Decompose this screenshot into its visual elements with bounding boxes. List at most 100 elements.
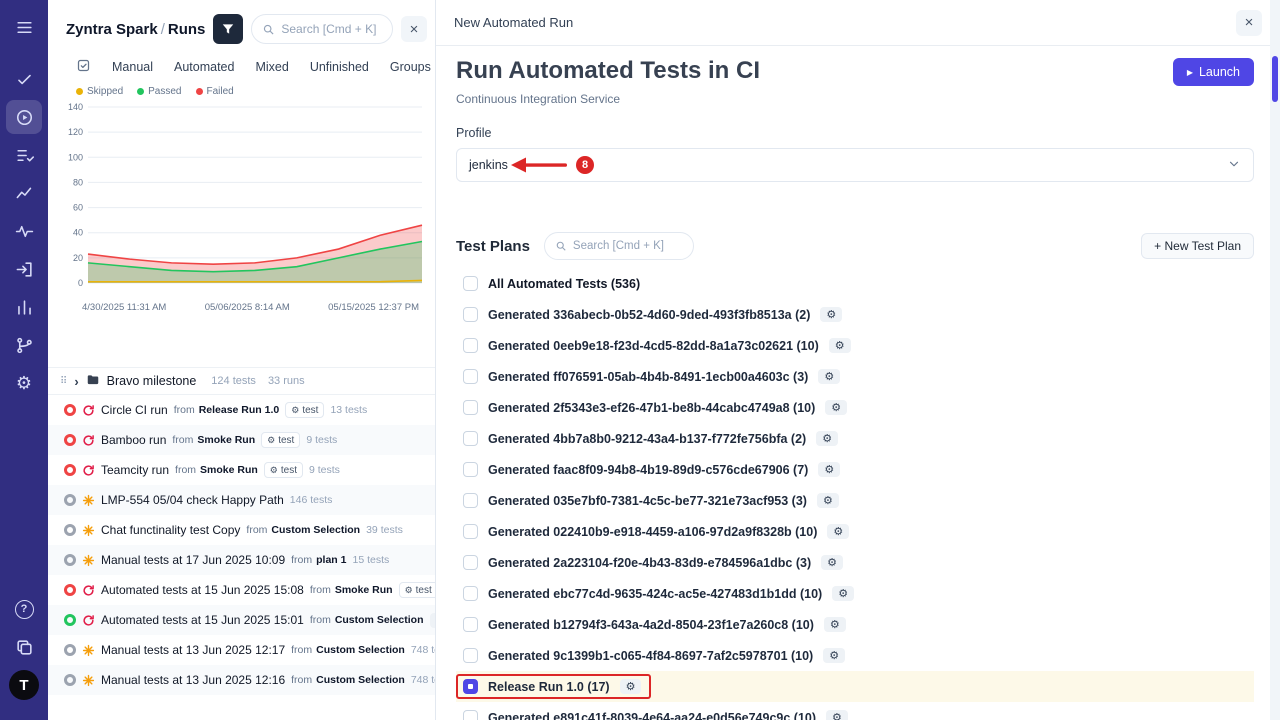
analytics-line-icon[interactable] [6, 176, 42, 210]
launch-button[interactable]: ▶ Launch [1173, 58, 1254, 86]
run-title[interactable]: Manual tests at 13 Jun 2025 12:16 [101, 673, 285, 687]
test-plan-row[interactable]: Generated 035e7bf0-7381-4c5c-be77-321e73… [456, 485, 1254, 516]
run-list-item[interactable]: LMP-554 05/04 check Happy Path 146 tests [48, 485, 435, 515]
test-plan-row[interactable]: Generated 2a223104-f20e-4b43-83d9-e78459… [456, 547, 1254, 578]
test-plan-checkbox[interactable] [463, 369, 478, 384]
test-plan-checkbox[interactable] [463, 493, 478, 508]
run-list-item[interactable]: Manual tests at 13 Jun 2025 12:17 fromCu… [48, 635, 435, 665]
run-list-item[interactable]: Automated tests at 15 Jun 2025 15:08 fro… [48, 575, 435, 605]
run-from-link[interactable]: Custom Selection [316, 644, 405, 656]
test-plan-settings-button[interactable]: ⚙ [824, 617, 846, 632]
milestone-name[interactable]: Bravo milestone [107, 374, 197, 388]
modal-close-button[interactable]: × [1236, 10, 1262, 36]
test-plan-row[interactable]: Generated ff076591-05ab-4b4b-8491-1ecb00… [456, 361, 1254, 392]
test-plan-row[interactable]: Generated 022410b9-e918-4459-a106-97d2a9… [456, 516, 1254, 547]
runs-search-input[interactable]: Search [Cmd + K] [251, 14, 393, 44]
test-plan-settings-button[interactable]: ⚙ [816, 431, 838, 446]
menu-icon[interactable] [6, 10, 42, 44]
filter-button[interactable] [213, 14, 243, 44]
pulse-icon[interactable] [6, 214, 42, 248]
run-from-link[interactable]: Custom Selection [335, 614, 424, 626]
checks-icon[interactable] [6, 62, 42, 96]
run-from-link[interactable]: Smoke Run [197, 434, 255, 446]
test-plan-checkbox[interactable] [463, 617, 478, 632]
run-settings-button[interactable]: ⚙ [430, 613, 436, 628]
test-list-icon[interactable] [6, 138, 42, 172]
tab-automated[interactable]: Automated [174, 60, 234, 74]
test-plan-row[interactable]: Generated 2f5343e3-ef26-47b1-be8b-44cabc… [456, 392, 1254, 423]
test-plan-settings-button[interactable]: ⚙ [818, 369, 840, 384]
test-plan-row[interactable]: Generated 0eeb9e18-f23d-4cd5-82dd-8a1a73… [456, 330, 1254, 361]
run-from-link[interactable]: Smoke Run [200, 464, 258, 476]
test-plan-settings-button[interactable]: ⚙ [818, 462, 840, 477]
test-plan-row[interactable]: Generated b12794f3-643a-4a2d-8504-23f1e7… [456, 609, 1254, 640]
test-plan-settings-button[interactable]: ⚙ [620, 679, 642, 694]
test-plan-row[interactable]: Generated 336abecb-0b52-4d60-9ded-493f3f… [456, 299, 1254, 330]
run-list-item[interactable]: Automated tests at 15 Jun 2025 15:01 fro… [48, 605, 435, 635]
test-plan-checkbox[interactable] [463, 400, 478, 415]
chevron-right-icon[interactable]: › [74, 374, 78, 389]
run-from-link[interactable]: Custom Selection [271, 524, 360, 536]
test-plan-settings-button[interactable]: ⚙ [823, 648, 845, 663]
test-plans-search-input[interactable]: Search [Cmd + K] [544, 232, 694, 260]
test-plan-settings-button[interactable]: ⚙ [820, 307, 842, 322]
run-list-item[interactable]: Manual tests at 17 Jun 2025 10:09 frompl… [48, 545, 435, 575]
runs-play-icon[interactable] [6, 100, 42, 134]
run-title[interactable]: Manual tests at 13 Jun 2025 12:17 [101, 643, 285, 657]
tab-manual[interactable]: Manual [112, 60, 153, 74]
test-plan-checkbox[interactable] [463, 338, 478, 353]
breadcrumb-project[interactable]: Zyntra Spark [66, 21, 158, 38]
run-from-link[interactable]: Release Run 1.0 [199, 404, 280, 416]
branches-icon[interactable] [6, 328, 42, 362]
test-plan-checkbox[interactable] [463, 679, 478, 694]
run-from-link[interactable]: plan 1 [316, 554, 346, 566]
drag-handle-icon[interactable]: ⠿ [60, 376, 67, 387]
select-runs-icon[interactable] [76, 58, 91, 76]
test-plan-row[interactable]: Generated e891c41f-8039-4e64-aa24-e0d56e… [456, 702, 1254, 720]
scrollbar-thumb[interactable] [1272, 56, 1278, 102]
run-title[interactable]: Automated tests at 15 Jun 2025 15:08 [101, 583, 304, 597]
run-title[interactable]: Teamcity run [101, 463, 169, 477]
profile-select[interactable]: jenkins 8 [456, 148, 1254, 182]
tab-unfinished[interactable]: Unfinished [310, 60, 369, 74]
runs-panel-close-button[interactable]: × [401, 16, 427, 42]
test-plan-checkbox[interactable] [463, 648, 478, 663]
run-from-link[interactable]: Smoke Run [335, 584, 393, 596]
run-list-item[interactable]: Teamcity run fromSmoke Run ⚙test 9 tests [48, 455, 435, 485]
test-plan-settings-button[interactable]: ⚙ [821, 555, 843, 570]
run-title[interactable]: Bamboo run [101, 433, 166, 447]
help-icon[interactable]: ? [6, 592, 42, 626]
test-plan-settings-button[interactable]: ⚙ [832, 586, 854, 601]
new-test-plan-button[interactable]: + New Test Plan [1141, 233, 1254, 259]
run-title[interactable]: Chat functinality test Copy [101, 523, 240, 537]
test-plan-row[interactable]: Generated ebc77c4d-9635-424c-ac5e-427483… [456, 578, 1254, 609]
tab-mixed[interactable]: Mixed [255, 60, 288, 74]
test-plan-row[interactable]: All Automated Tests (536) [456, 268, 1254, 299]
milestone-row[interactable]: ⠿ › Bravo milestone 124 tests 33 runs [48, 367, 435, 395]
test-plan-row[interactable]: Release Run 1.0 (17) ⚙ [456, 671, 1254, 702]
test-plan-checkbox[interactable] [463, 710, 478, 720]
documents-icon[interactable] [6, 630, 42, 664]
run-title[interactable]: Circle CI run [101, 403, 168, 417]
settings-gear-icon[interactable]: ⚙ [6, 366, 42, 400]
vertical-scrollbar[interactable] [1270, 0, 1280, 720]
tab-groups[interactable]: Groups [390, 60, 431, 74]
test-plan-checkbox[interactable] [463, 586, 478, 601]
test-plan-row[interactable]: Generated 4bb7a8b0-9212-43a4-b137-f772fe… [456, 423, 1254, 454]
test-plan-checkbox[interactable] [463, 555, 478, 570]
test-plan-checkbox[interactable] [463, 307, 478, 322]
run-title[interactable]: LMP-554 05/04 check Happy Path [101, 493, 284, 507]
run-from-link[interactable]: Custom Selection [316, 674, 405, 686]
test-plan-row[interactable]: Generated faac8f09-94b8-4b19-89d9-c576cd… [456, 454, 1254, 485]
run-list-item[interactable]: Manual tests at 13 Jun 2025 12:16 fromCu… [48, 665, 435, 695]
run-title[interactable]: Automated tests at 15 Jun 2025 15:01 [101, 613, 304, 627]
test-plan-checkbox[interactable] [463, 276, 478, 291]
reports-bar-icon[interactable] [6, 290, 42, 324]
logo-t[interactable]: T [6, 668, 42, 702]
test-plan-checkbox[interactable] [463, 431, 478, 446]
test-plan-settings-button[interactable]: ⚙ [825, 400, 847, 415]
run-list-item[interactable]: Chat functinality test Copy fromCustom S… [48, 515, 435, 545]
run-list-item[interactable]: Bamboo run fromSmoke Run ⚙test 9 tests [48, 425, 435, 455]
run-title[interactable]: Manual tests at 17 Jun 2025 10:09 [101, 553, 285, 567]
test-plan-settings-button[interactable]: ⚙ [829, 338, 851, 353]
